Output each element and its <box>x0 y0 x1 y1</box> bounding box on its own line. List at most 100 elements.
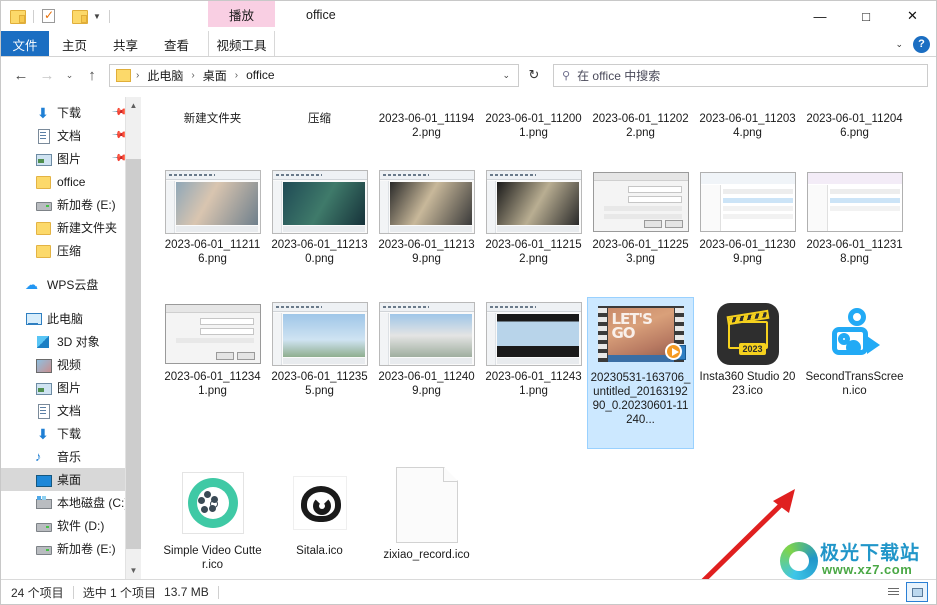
sidebar-item-local-disk-c[interactable]: 本地磁盘 (C:) <box>1 491 141 514</box>
list-item[interactable]: 2023-06-01_112309.png <box>694 165 801 266</box>
main-body: ⬇ 下载 📌 文档 📌 图片 📌 office 新加卷 (E:) 新建文件夹 压… <box>1 97 936 579</box>
sidebar-item-this-pc[interactable]: 此电脑 <box>1 307 141 330</box>
sidebar-item-software-d[interactable]: 软件 (D:) <box>1 514 141 537</box>
list-item[interactable]: 2023-06-01_112253.png <box>587 165 694 266</box>
sidebar-item-label: 图片 <box>57 381 82 395</box>
tab-view[interactable]: 查看 <box>151 31 202 57</box>
image-thumbnail <box>593 97 689 109</box>
sidebar-item-documents-pc[interactable]: 文档 <box>1 399 141 422</box>
list-item[interactable]: 2023-06-01_112130.png <box>266 165 373 266</box>
list-item[interactable]: 2023-06-01_112355.png <box>266 297 373 449</box>
search-input[interactable]: ⚲ 在 office 中搜索 <box>553 63 928 87</box>
refresh-icon[interactable]: ↻ <box>521 63 547 87</box>
address-bar: ← → ⌄ ↑ › 此电脑 › 桌面 › office ⌄ ↻ ⚲ 在 offi… <box>1 57 936 93</box>
list-item[interactable]: 2023-06-01_112341.png <box>159 297 266 449</box>
image-thumbnail <box>378 301 475 367</box>
list-item[interactable]: Sitala.ico <box>266 461 373 572</box>
list-item[interactable]: 2023-06-01_112116.png <box>159 165 266 266</box>
large-icons-view-button[interactable] <box>906 582 928 602</box>
list-item[interactable]: 2023-06-01_112431.png <box>480 297 587 449</box>
sidebar-item-office[interactable]: office <box>1 170 141 193</box>
list-item[interactable]: 2023-06-01_112022.png <box>587 97 694 140</box>
help-icon[interactable]: ? <box>913 35 930 53</box>
sidebar-item-new-folder[interactable]: 新建文件夹 <box>1 216 141 239</box>
sidebar-item-pictures[interactable]: 图片 📌 <box>1 147 141 170</box>
sidebar-item-volume-e-pc[interactable]: 新加卷 (E:) <box>1 537 141 560</box>
sidebar-item-volume-e[interactable]: 新加卷 (E:) <box>1 193 141 216</box>
sitala-icon <box>292 476 347 530</box>
sidebar-item-label: 文档 <box>57 129 82 143</box>
list-item[interactable]: Simple Video Cutter.ico <box>159 461 266 572</box>
folder-icon <box>35 220 51 236</box>
chevron-down-icon[interactable]: ⌄ <box>502 70 514 81</box>
chevron-down-icon[interactable]: ⌄ <box>895 39 903 50</box>
sidebar-item-wps-cloud[interactable]: ☁ WPS云盘 <box>1 273 141 296</box>
navigation-pane: ⬇ 下载 📌 文档 📌 图片 📌 office 新加卷 (E:) 新建文件夹 压… <box>1 97 141 579</box>
breadcrumb-item-this-pc[interactable]: 此电脑 <box>145 67 185 84</box>
minimize-button[interactable]: — <box>797 1 843 31</box>
list-item[interactable]: 2023-06-01_112034.png <box>694 97 801 140</box>
forward-button[interactable]: → <box>35 63 59 87</box>
camera-icon <box>823 303 886 365</box>
list-item-selected[interactable]: LET'S GO 20230531-163706_untitled_201631… <box>587 297 694 449</box>
scrollbar-thumb[interactable] <box>126 159 141 549</box>
ribbon-tabs: 文件 主页 共享 查看 视频工具 ⌄ ? <box>1 31 936 57</box>
system-drive-icon <box>35 495 52 511</box>
scroll-up-icon[interactable]: ▲ <box>126 97 141 114</box>
scroll-down-icon[interactable]: ▼ <box>126 562 141 579</box>
app-icon-thumbnail <box>165 465 261 541</box>
new-folder-icon[interactable] <box>72 9 88 24</box>
breadcrumb-item-office[interactable]: office <box>244 68 276 82</box>
properties-icon[interactable] <box>42 8 55 23</box>
list-item[interactable]: 2023-06-01_112046.png <box>801 97 908 140</box>
list-item[interactable]: SecondTransScreen.ico <box>801 297 908 449</box>
close-button[interactable]: ✕ <box>889 1 936 31</box>
folder-icon <box>116 69 131 82</box>
sidebar-scrollbar[interactable]: ▲ ▼ <box>125 97 141 579</box>
list-item[interactable]: 2023-06-01_111942.png <box>373 97 480 140</box>
tab-video-tools[interactable]: 视频工具 <box>208 31 275 57</box>
red-arrow-annotation <box>701 489 795 579</box>
list-item[interactable]: 2023-06-01_112318.png <box>801 165 908 266</box>
tab-home[interactable]: 主页 <box>49 31 100 57</box>
file-name: 2023-06-01_112130.png <box>271 239 368 265</box>
tab-share[interactable]: 共享 <box>100 31 151 57</box>
sidebar-item-downloads[interactable]: ⬇ 下载 📌 <box>1 101 141 124</box>
sidebar-item-desktop[interactable]: 桌面 <box>1 468 141 491</box>
maximize-button[interactable]: □ <box>843 1 889 31</box>
sidebar-item-documents[interactable]: 文档 📌 <box>1 124 141 147</box>
list-item[interactable]: 压缩 <box>266 97 373 140</box>
list-item[interactable]: 2023-06-01_112152.png <box>480 165 587 266</box>
file-list-view[interactable]: 新建文件夹 压缩 2023-06-01_111942.png 2023-06-0… <box>141 97 936 579</box>
recent-locations-icon[interactable]: ⌄ <box>61 63 78 87</box>
image-thumbnail <box>699 169 796 235</box>
list-item[interactable]: 2023 Insta360 Studio 2023.ico <box>694 297 801 449</box>
list-item[interactable]: zixiao_record.ico <box>373 461 480 572</box>
sidebar-item-3d-objects[interactable]: 3D 对象 <box>1 330 141 353</box>
sidebar-item-label: 音乐 <box>57 450 82 464</box>
file-row: Simple Video Cutter.ico Sitala.ico zixia… <box>159 461 480 572</box>
chevron-down-icon[interactable]: ▼ <box>93 12 101 21</box>
tab-play[interactable]: 播放 <box>208 1 275 27</box>
sidebar-item-pictures-pc[interactable]: 图片 <box>1 376 141 399</box>
back-button[interactable]: ← <box>9 63 33 87</box>
sidebar-item-music[interactable]: ♪ 音乐 <box>1 445 141 468</box>
list-item[interactable]: 2023-06-01_112001.png <box>480 97 587 140</box>
folder-icon[interactable] <box>10 9 26 24</box>
breadcrumb[interactable]: › 此电脑 › 桌面 › office ⌄ <box>109 63 519 87</box>
sidebar-item-compressed[interactable]: 压缩 <box>1 239 141 262</box>
sidebar-item-videos[interactable]: 视频 <box>1 353 141 376</box>
computer-icon <box>25 311 42 327</box>
up-button[interactable]: ↑ <box>80 63 104 87</box>
sidebar-item-label: 下载 <box>57 106 82 120</box>
tab-file[interactable]: 文件 <box>1 31 49 57</box>
list-item[interactable]: 2023-06-01_112139.png <box>373 165 480 266</box>
list-item[interactable]: 2023-06-01_112409.png <box>373 297 480 449</box>
details-view-button[interactable] <box>882 582 904 602</box>
sidebar-item-downloads-pc[interactable]: ⬇ 下载 <box>1 422 141 445</box>
sidebar-item-label: 视频 <box>57 358 82 372</box>
breadcrumb-item-desktop[interactable]: 桌面 <box>201 67 229 84</box>
app-icon-thumbnail <box>807 301 903 367</box>
list-item[interactable]: 新建文件夹 <box>159 97 266 140</box>
